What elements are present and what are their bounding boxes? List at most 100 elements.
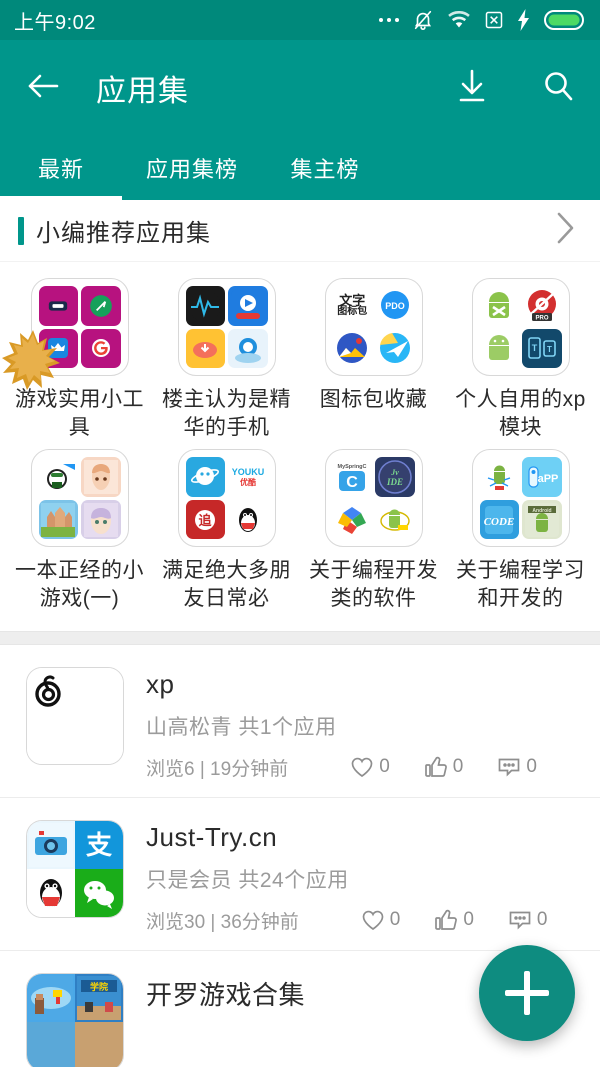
mini-app-icon: PRO [522,286,562,326]
add-appset-fab[interactable] [479,945,575,1041]
list-item-stats: 浏览6 | 19分钟前 [146,758,289,780]
recommended-label: 游戏实用小工具 [15,388,144,439]
mini-app-icon [185,457,225,497]
mini-app-icon: TT [522,328,562,368]
tab-owner-rank[interactable]: 集主榜 [262,136,388,200]
comment-count: 0 [536,909,548,931]
recommended-item[interactable]: MySpringC C Jv IDE 关于编程开发类的软件 [300,449,447,620]
recommended-label: 满足绝大多朋友日常必 [162,559,291,611]
section-title: 小编推荐应用集 [36,220,211,247]
recommended-label: 个人自用的xp模块 [455,388,586,439]
comment-icon [509,912,531,930]
mini-app-icon: 支 [75,820,123,869]
comment-count: 0 [526,756,537,778]
comment-action[interactable]: 0 [508,909,548,931]
list-item[interactable]: xp 山高松青 共1个应用 浏览6 | 19分钟前 0 0 0 [0,645,600,798]
svg-text:CODE: CODE [484,516,515,528]
accent-bar [18,216,24,245]
mini-app-placeholder [75,1021,123,1067]
recommended-label: 楼主认为是精华的手机 [162,388,291,439]
tab-bar: 最新 应用集榜 集主榜 [0,136,600,200]
appset-icon: 学院 [26,972,124,1067]
app-collage-icon: YOUKU 优酷 追 [177,449,276,548]
thumbs-up-action[interactable]: 0 [434,909,474,931]
like-action[interactable]: 0 [361,909,400,931]
thumbs-up-count: 0 [463,909,474,931]
mini-app-icon [81,457,121,497]
charging-bolt-icon [517,9,531,31]
app-collage-icon: 文字 图标包 PDO [324,278,423,376]
recommended-item[interactable]: PRO TT 个人自用的xp模块 [447,278,594,449]
tab-latest[interactable]: 最新 [0,136,122,200]
mini-app-icon [479,286,519,326]
app-root: 上午9:02 应用集 最新 应用集榜 集主榜 小编推荐应用集 游戏实用小工具 楼… [0,0,600,1067]
recommended-item[interactable]: YOUKU 优酷 追 满足绝大多朋友日常必 [153,449,300,620]
mini-app-icon [81,286,121,326]
comment-action[interactable]: 0 [497,756,537,778]
thumbs-up-action[interactable]: 0 [424,756,464,778]
mini-app-icon [332,499,372,540]
mini-app-placeholder [27,1021,75,1067]
app-bar: 应用集 [0,40,600,136]
list-item-body: xp 山高松青 共1个应用 浏览6 | 19分钟前 0 0 0 [146,667,580,781]
back-arrow-icon[interactable] [26,71,60,106]
recommended-label: 图标包收藏 [319,388,428,411]
search-icon[interactable] [542,70,574,107]
recommended-item[interactable]: 文字 图标包 PDO 图标包收藏 [300,278,447,449]
mini-app-icon [228,499,268,540]
recommended-item[interactable]: 一本正经的小游戏(一) [6,449,153,620]
svg-text:PRO: PRO [535,315,548,321]
mini-app-icon: 追 [185,499,225,540]
mini-app-placeholder [75,667,123,716]
tab-active-indicator [0,196,122,200]
mini-app-icon [479,328,519,368]
section-header-recommended[interactable]: 小编推荐应用集 [0,200,600,262]
mini-app-icon [332,328,372,368]
list-item-title: xp [146,668,175,699]
mini-app-icon: Jv IDE [375,457,415,497]
mini-app-icon: 文字 图标包 [332,286,372,326]
svg-text:YOUKU: YOUKU [231,467,264,477]
mini-app-icon: aPP [522,457,562,497]
mini-app-icon [375,499,415,540]
battery-icon [544,9,586,31]
mini-app-icon [38,457,78,497]
mini-app-icon [27,820,75,869]
recommended-label: 一本正经的小游戏(一) [15,559,144,611]
svg-text:C: C [346,474,358,491]
recommended-item[interactable]: 游戏实用小工具 [6,278,153,449]
heart-icon [351,758,373,778]
tab-appset-rank[interactable]: 应用集榜 [122,136,262,200]
thumbs-up-icon [435,910,458,931]
svg-text:PDO: PDO [385,301,405,311]
app-collage-icon [30,278,129,376]
download-icon[interactable] [456,69,488,108]
mini-app-icon [27,868,75,917]
mini-app-icon [375,328,415,368]
thumbs-up-count: 0 [452,756,464,778]
chevron-right-icon[interactable] [552,210,578,251]
svg-text:支: 支 [86,830,112,860]
mini-app-icon: Android [522,499,562,540]
recommended-item[interactable]: 楼主认为是精华的手机 [153,278,300,449]
app-collage-icon: PRO TT [471,278,570,376]
recommended-item[interactable]: aPP CODE Android 关于编程学习和开发的 [447,449,594,620]
svg-text:T: T [532,343,538,353]
app-collage-icon [30,449,129,548]
list-item-actions: 0 0 0 [361,909,548,931]
list-item[interactable]: 支 Just-Try.cn 只是会员 共24个应用 浏览30 | 36分钟前 0… [0,798,600,951]
list-item-meta: 浏览30 | 36分钟前 0 0 0 [146,907,580,934]
list-item-stats: 浏览30 | 36分钟前 [146,911,299,933]
mini-app-icon [185,286,225,326]
mini-app-icon: 学院 [75,973,123,1022]
svg-text:IDE: IDE [386,477,403,487]
app-collage-icon: MySpringC C Jv IDE [324,449,423,548]
mini-app-placeholder [27,715,75,764]
appset-icon [26,666,124,765]
mini-app-placeholder [75,715,123,764]
list-item-title: Just-Try.cn [146,821,278,852]
like-action[interactable]: 0 [350,756,390,778]
comment-icon [499,759,520,777]
heart-icon [362,911,384,931]
recommended-label: 关于编程开发类的软件 [309,559,438,611]
